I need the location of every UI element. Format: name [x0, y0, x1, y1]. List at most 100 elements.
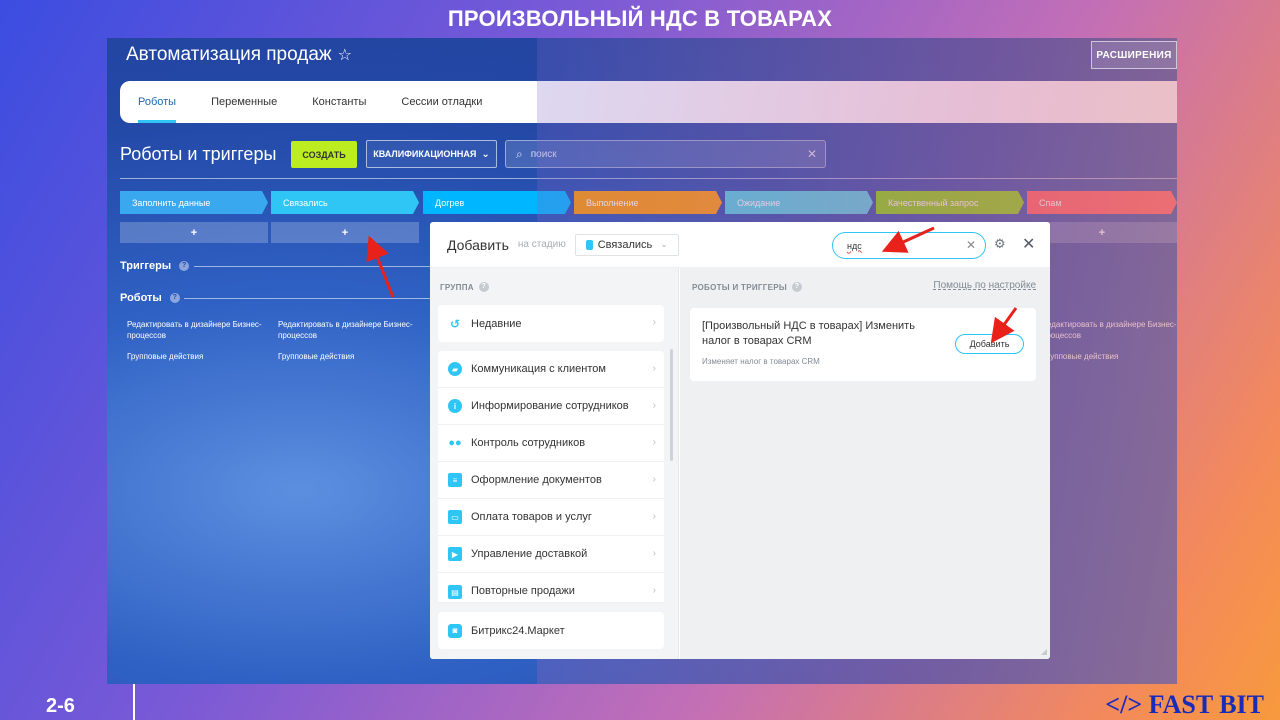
pipeline-select-label: КВАЛИФИКАЦИОННАЯ	[373, 149, 477, 159]
group-column-header: ГРУППА?	[440, 282, 489, 292]
pipeline-select[interactable]: КВАЛИФИКАЦИОННАЯ ⌄	[366, 140, 497, 168]
star-icon[interactable]: ☆	[338, 47, 352, 64]
tab-constants[interactable]: Константы	[312, 81, 366, 123]
group-item-label: Недавние	[471, 317, 522, 330]
clear-icon[interactable]: ✕	[807, 147, 817, 161]
help-icon[interactable]: ?	[169, 293, 180, 303]
create-button[interactable]: СОЗДАТЬ	[291, 141, 357, 168]
group-item-documents[interactable]: ≡ Оформление документов ›	[438, 462, 664, 499]
results-column-header: РОБОТЫ И ТРИГГЕРЫ?	[692, 282, 802, 292]
group-item-market[interactable]: ◙ Битрикс24.Маркет	[438, 612, 664, 649]
add-robot-button[interactable]: +	[120, 222, 268, 243]
tab-variables[interactable]: Переменные	[211, 81, 277, 123]
group-item-label: Контроль сотрудников	[471, 437, 586, 449]
stage-warmup[interactable]: Догрев	[423, 191, 571, 214]
market-bag-icon: ◙	[448, 623, 462, 638]
scrollbar[interactable]	[670, 349, 673, 461]
help-icon[interactable]: ?	[792, 282, 802, 292]
add-robot-popup: Добавить на стадию Связались ⌄ ндс ✕ ⚙ ✕…	[430, 222, 1050, 659]
resize-handle-icon[interactable]: ◢	[1041, 647, 1047, 656]
triggers-label: Триггеры	[120, 260, 172, 272]
group-item-recent[interactable]: ↺ Недавние ›	[438, 305, 664, 342]
robots-heading: Роботы?	[120, 292, 180, 304]
group-item-payments[interactable]: ▭ Оплата товаров и услуг ›	[438, 499, 664, 536]
wallet-icon: ▭	[448, 510, 462, 524]
search-placeholder: поиск	[530, 148, 557, 160]
clock-icon: ↺	[449, 316, 461, 331]
tab-debug-sessions[interactable]: Сессии отладки	[401, 81, 482, 123]
group-actions-link[interactable]: Групповые действия	[1042, 351, 1177, 362]
fastbit-logo: </> FAST BIT	[1105, 690, 1264, 719]
users-icon: ●●	[448, 437, 462, 449]
chevron-right-icon: ›	[652, 474, 656, 485]
group-item-label: Повторные продажи	[471, 585, 575, 597]
chevron-right-icon: ›	[652, 511, 656, 522]
results-header-label: РОБОТЫ И ТРИГГЕРЫ	[692, 282, 787, 292]
app-screen: Автоматизация продаж ☆ РАСШИРЕНИЯ Роботы …	[107, 38, 1177, 684]
stage-execution[interactable]: Выполнение	[574, 191, 722, 214]
chevron-down-icon: ⌄	[660, 239, 668, 249]
robot-title: [Произвольный НДС в товарах] Изменить на…	[702, 320, 915, 347]
stage-quality-request[interactable]: Качественный запрос	[876, 191, 1024, 214]
group-panel: ГРУППА? ↺ Недавние › ▰ Коммуникация с кл…	[430, 268, 679, 659]
group-actions-link[interactable]: Групповые действия	[278, 351, 413, 362]
robot-description: Изменяет налог в товарах CRM	[702, 357, 820, 366]
divider	[194, 266, 434, 267]
chat-icon: ▰	[448, 362, 462, 376]
app-title: Автоматизация продаж ☆	[126, 44, 352, 66]
group-actions-link[interactable]: Групповые действия	[127, 351, 262, 362]
group-item-employee-notification[interactable]: i Информирование сотрудников ›	[438, 388, 664, 425]
stage-waiting[interactable]: Ожидание	[725, 191, 873, 214]
group-item-repeat-sales[interactable]: ▤ Повторные продажи ›	[438, 573, 664, 603]
info-icon: i	[448, 399, 462, 413]
app-title-text: Автоматизация продаж	[126, 44, 332, 65]
chevron-down-icon: ⌄	[481, 148, 490, 160]
help-icon[interactable]: ?	[478, 282, 489, 292]
divider	[120, 178, 1177, 179]
add-robot-button[interactable]: Добавить	[955, 334, 1024, 354]
group-item-label: Оформление документов	[471, 474, 602, 486]
chevron-right-icon: ›	[652, 437, 656, 448]
edit-in-designer-link[interactable]: Редактировать в дизайнере Бизнес-процесс…	[127, 319, 262, 341]
stage-contacted[interactable]: Связались	[271, 191, 419, 214]
help-icon[interactable]: ?	[179, 261, 190, 271]
group-item-client-communication[interactable]: ▰ Коммуникация с клиентом ›	[438, 351, 664, 388]
search-input[interactable]: ⌕ поиск ✕	[505, 140, 826, 168]
group-item-label: Битрикс24.Маркет	[471, 624, 565, 637]
group-item-employee-control[interactable]: ●● Контроль сотрудников ›	[438, 425, 664, 462]
chevron-right-icon: ›	[652, 400, 656, 411]
search-icon: ⌕	[516, 146, 523, 161]
edit-in-designer-link[interactable]: Редактировать в дизайнере Бизнес-процесс…	[278, 319, 413, 341]
chevron-right-icon: ›	[652, 363, 656, 374]
on-stage-label: на стадию	[517, 239, 566, 250]
robot-result-card: [Произвольный НДС в товарах] Изменить на…	[690, 308, 1036, 381]
popup-search-value: ндс	[847, 240, 862, 251]
group-item-label: Оплата товаров и услуг	[471, 511, 592, 523]
chevron-right-icon: ›	[652, 317, 656, 328]
stage-select-value: Связались	[597, 238, 653, 251]
group-item-label: Коммуникация с клиентом	[471, 363, 606, 375]
robots-label: Роботы	[120, 292, 162, 304]
setup-help-link[interactable]: Помощь по настройке	[933, 280, 1036, 291]
footer-divider	[133, 684, 135, 720]
close-icon[interactable]: ✕	[1022, 234, 1035, 254]
popup-search-input[interactable]: ндс ✕	[832, 232, 986, 259]
group-item-label: Информирование сотрудников	[471, 400, 629, 412]
filter-settings-icon[interactable]: ⚙	[994, 236, 1006, 252]
tab-robots[interactable]: Роботы	[138, 81, 177, 123]
results-panel: РОБОТЫ И ТРИГГЕРЫ? Помощь по настройке […	[680, 268, 1050, 659]
stage-fill-data[interactable]: Заполнить данные	[120, 191, 268, 214]
stage-select[interactable]: Связались ⌄	[574, 233, 679, 256]
extensions-button[interactable]: РАСШИРЕНИЯ	[1091, 41, 1177, 69]
clear-icon[interactable]: ✕	[966, 238, 976, 252]
group-item-delivery[interactable]: ▶ Управление доставкой ›	[438, 536, 664, 573]
group-header-label: ГРУППА	[440, 282, 474, 292]
stage-spam[interactable]: Спам	[1027, 191, 1177, 214]
popup-title: Добавить	[447, 236, 509, 253]
edit-in-designer-link[interactable]: Редактировать в дизайнере Бизнес-процесс…	[1042, 319, 1177, 341]
document-icon: ≡	[448, 473, 462, 487]
tab-bar: Роботы Переменные Константы Сессии отлад…	[120, 81, 1177, 123]
store-icon: ▤	[448, 585, 462, 599]
divider	[184, 298, 434, 299]
add-robot-button[interactable]: +	[271, 222, 419, 243]
